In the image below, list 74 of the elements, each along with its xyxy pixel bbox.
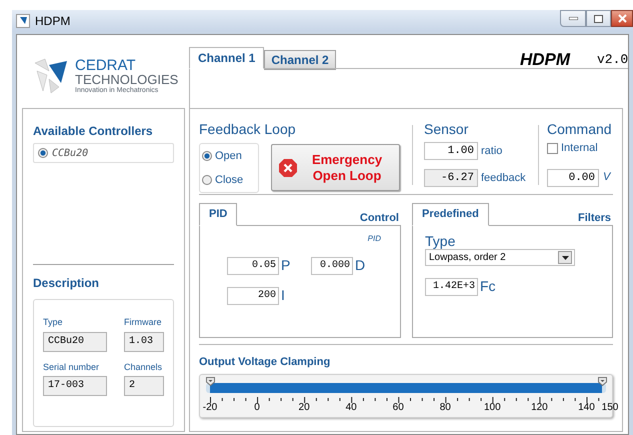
unit-label: V bbox=[603, 170, 610, 186]
scale-label: 140 bbox=[578, 402, 595, 414]
checkbox[interactable] bbox=[547, 142, 558, 154]
emergency-button[interactable]: Emergency Open Loop bbox=[271, 144, 400, 191]
dropdown[interactable]: Lowpass, order 2 bbox=[425, 249, 575, 266]
maximize-button[interactable] bbox=[586, 10, 611, 27]
parameter-field[interactable]: 1.42E+3 bbox=[425, 278, 478, 296]
channel-tab[interactable]: Channel 1 bbox=[189, 47, 264, 69]
radio-button[interactable] bbox=[202, 151, 212, 161]
section-title: Sensor bbox=[424, 120, 470, 139]
parameter-field[interactable]: 0.05 bbox=[227, 256, 279, 274]
checkbox-label[interactable]: Internal bbox=[561, 140, 598, 156]
field-label: Firmware bbox=[124, 316, 162, 329]
scale-label: 80 bbox=[440, 402, 451, 414]
scale-label: 20 bbox=[298, 402, 310, 414]
close-button[interactable] bbox=[611, 10, 633, 27]
parameter-label: D bbox=[355, 256, 366, 275]
section-title: Available Controllers bbox=[33, 123, 154, 140]
scale-label: 40 bbox=[346, 402, 357, 414]
unit-label: ratio bbox=[481, 144, 502, 159]
scale-label: 150 bbox=[602, 402, 618, 414]
window-title: HDPM bbox=[35, 13, 70, 30]
radio-label[interactable]: Close bbox=[215, 172, 244, 188]
scale-label: 100 bbox=[484, 402, 501, 414]
field-label: Type bbox=[425, 232, 456, 251]
dropdown-arrow-icon bbox=[562, 256, 568, 260]
close-icon bbox=[618, 14, 626, 23]
field-label: Type bbox=[43, 316, 64, 329]
slider-thumb[interactable] bbox=[598, 377, 606, 386]
parameter-field[interactable]: 200 bbox=[227, 286, 279, 304]
maximize-icon bbox=[594, 14, 603, 22]
section-title: Command bbox=[547, 120, 613, 139]
field-label: Serial number bbox=[43, 360, 100, 374]
range-slider[interactable] bbox=[206, 377, 606, 394]
readonly-field: 1.03 bbox=[124, 332, 164, 352]
logo-subname: TECHNOLOGIES bbox=[75, 72, 178, 86]
radio-label[interactable]: Open bbox=[215, 148, 242, 164]
sensor-field[interactable]: 1.00 bbox=[424, 142, 478, 160]
scale-label: 60 bbox=[392, 402, 404, 414]
panel-subtitle: PID bbox=[368, 233, 381, 245]
error-icon bbox=[278, 158, 298, 178]
panel-tab[interactable]: PID bbox=[199, 203, 238, 226]
parameter-field[interactable]: 0.000 bbox=[311, 256, 353, 274]
parameter-label: P bbox=[281, 256, 290, 275]
version-label: v2.0 bbox=[597, 51, 628, 69]
panel-heading: Control bbox=[360, 211, 399, 226]
scale-label: -20 bbox=[202, 402, 218, 414]
logo-name: CEDRAT bbox=[75, 58, 137, 72]
readonly-field: 17-003 bbox=[43, 376, 107, 396]
readonly-field: 2 bbox=[124, 376, 164, 396]
minimize-button[interactable] bbox=[560, 10, 586, 27]
panel-heading: Filters bbox=[578, 211, 611, 226]
readonly-field: CCBu20 bbox=[43, 332, 107, 352]
app-title: HDPM bbox=[520, 49, 570, 71]
section-title: Output Voltage Clamping bbox=[199, 356, 330, 368]
parameter-label: I bbox=[281, 286, 285, 305]
dropdown-value: Lowpass, order 2 bbox=[429, 251, 506, 265]
section-title: Description bbox=[33, 276, 100, 290]
parameter-label: Fc bbox=[480, 277, 496, 296]
section-title: Feedback Loop bbox=[199, 120, 297, 139]
unit-label: feedback bbox=[481, 170, 526, 186]
channel-tab[interactable]: Channel 2 bbox=[264, 50, 336, 70]
command-field[interactable]: 0.00 bbox=[547, 168, 599, 186]
controller-name[interactable]: CCBu20 bbox=[52, 146, 88, 160]
minimize-icon bbox=[568, 17, 578, 20]
app-icon bbox=[16, 14, 30, 28]
slider-thumb[interactable] bbox=[206, 377, 214, 386]
scale-label: 120 bbox=[531, 402, 548, 414]
field-label: Channels bbox=[124, 360, 164, 374]
sensor-field: -6.27 bbox=[424, 169, 478, 187]
radio-button[interactable] bbox=[38, 148, 48, 158]
radio-button[interactable] bbox=[202, 175, 212, 185]
scale-label: 0 bbox=[254, 402, 260, 414]
panel-tab[interactable]: Predefined bbox=[412, 203, 489, 226]
